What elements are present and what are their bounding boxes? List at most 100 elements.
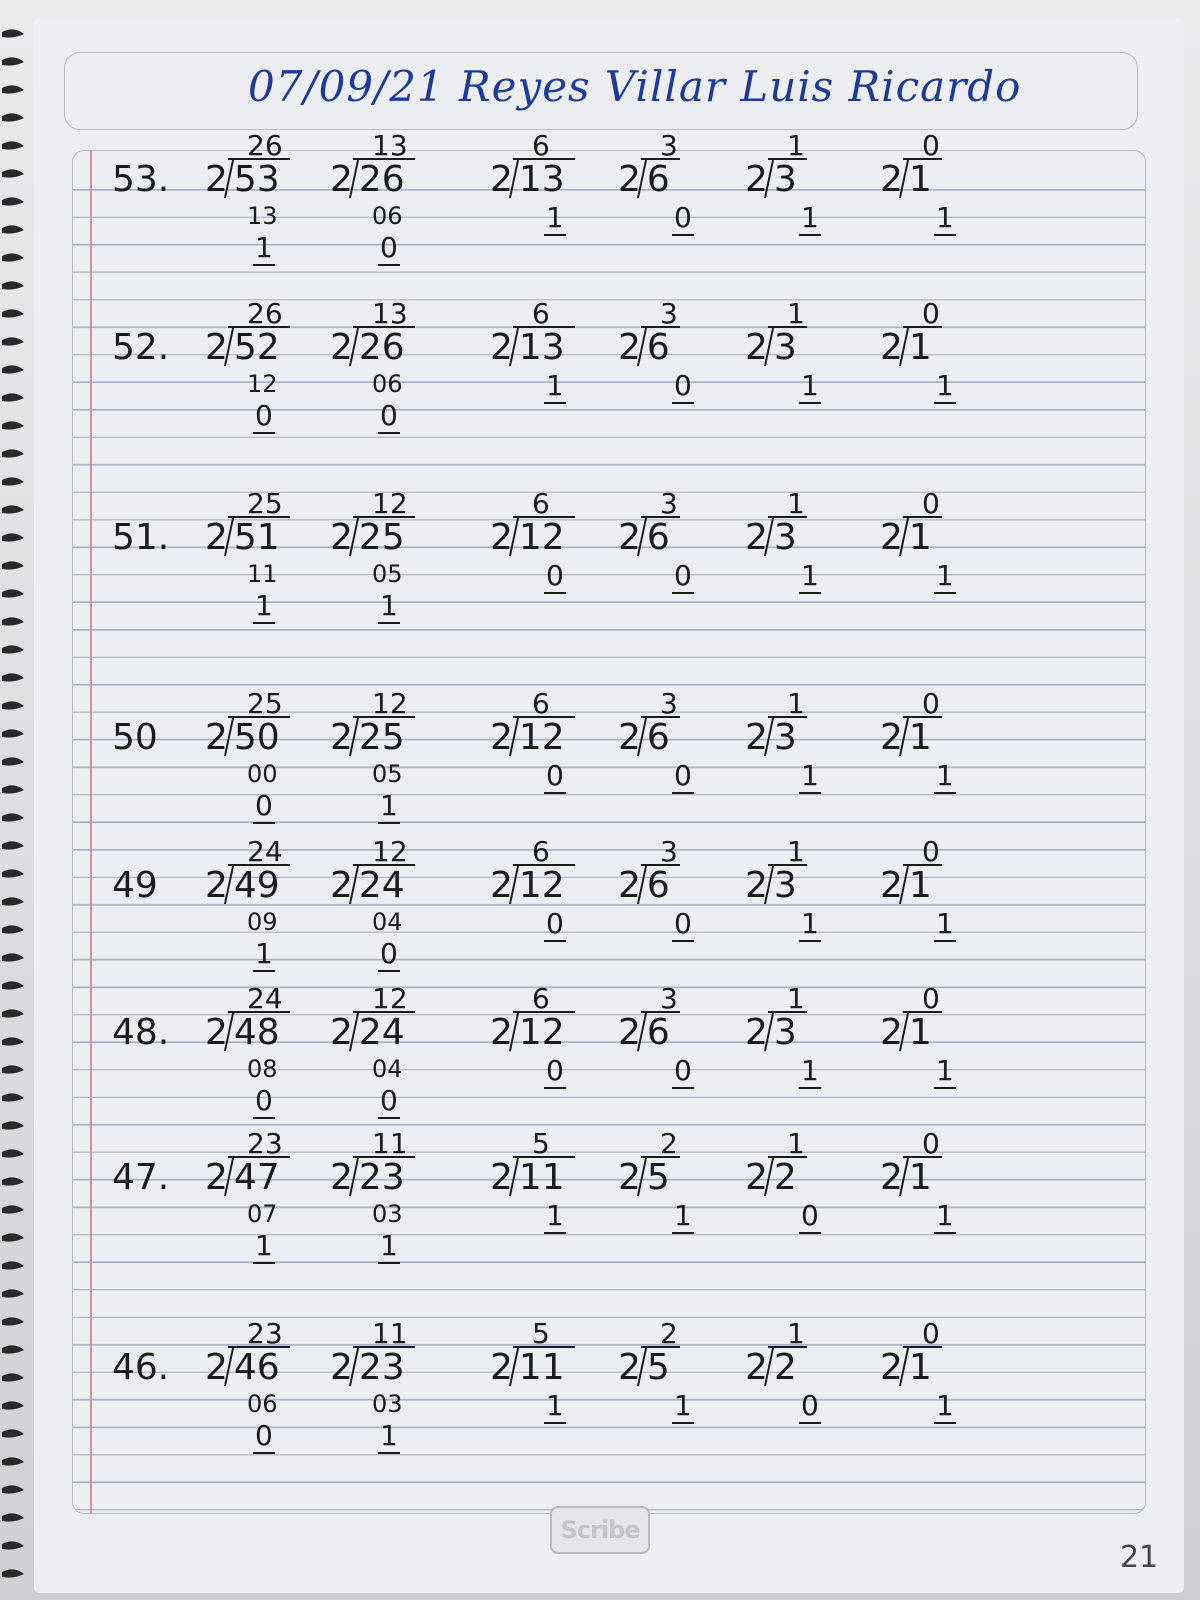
long-division: 2 25 <box>330 516 415 556</box>
long-division: 2 25 <box>330 716 415 756</box>
spiral-coil <box>2 421 24 430</box>
dividend: 3 <box>767 158 807 198</box>
spiral-coil <box>2 589 24 598</box>
spiral-coil <box>2 841 24 850</box>
spiral-coil <box>2 673 24 682</box>
remainder: 0 <box>799 1389 821 1424</box>
spiral-coil <box>2 365 24 374</box>
remainder: 0 <box>378 937 400 972</box>
remainder: 0 <box>378 231 400 266</box>
quotient: 23 <box>247 1317 283 1350</box>
problem-label: 49 <box>112 865 158 906</box>
page-number: 21 <box>1120 1540 1159 1575</box>
long-division: 22 <box>745 1346 807 1386</box>
remainder: 1 <box>799 907 821 942</box>
quotient: 24 <box>247 982 283 1015</box>
long-division: 21 <box>880 158 942 198</box>
remainder: 1 <box>934 201 956 236</box>
dividend: 24 <box>352 864 415 904</box>
dividend: 1 <box>902 1156 942 1196</box>
long-division: 26 <box>618 326 680 366</box>
quotient: 6 <box>532 297 550 330</box>
dividend: 53 <box>227 158 290 198</box>
dividend: 6 <box>640 158 680 198</box>
remainder: 1 <box>378 589 400 624</box>
partial-remainder: 06 <box>372 202 403 230</box>
quotient: 0 <box>922 1317 940 1350</box>
quotient: 3 <box>660 487 678 520</box>
quotient: 2 <box>660 1317 678 1350</box>
spiral-coil <box>2 1065 24 1074</box>
quotient: 6 <box>532 687 550 720</box>
spiral-coil <box>2 1261 24 1270</box>
spiral-coil <box>2 309 24 318</box>
long-division: 2 11 <box>490 1346 575 1386</box>
dividend: 6 <box>640 864 680 904</box>
partial-remainder: 09 <box>247 908 278 936</box>
remainder: 0 <box>253 399 275 434</box>
long-division: 2 23 <box>330 1346 415 1386</box>
spiral-coil <box>2 981 24 990</box>
spiral-coil <box>2 281 24 290</box>
spiral-coil <box>2 1401 24 1410</box>
spiral-coil <box>2 337 24 346</box>
spiral-coil <box>2 225 24 234</box>
long-division: 2 24 <box>330 1011 415 1051</box>
long-division: 2 46 <box>205 1346 290 1386</box>
dividend: 3 <box>767 864 807 904</box>
spiral-coil <box>2 1009 24 1018</box>
quotient: 3 <box>660 129 678 162</box>
long-division: 21 <box>880 326 942 366</box>
dividend: 1 <box>902 326 942 366</box>
remainder: 0 <box>544 759 566 794</box>
long-division: 2 12 <box>490 516 575 556</box>
long-division: 23 <box>745 716 807 756</box>
spiral-coil <box>2 1289 24 1298</box>
spiral-coil <box>2 1037 24 1046</box>
dividend: 1 <box>902 516 942 556</box>
dividend: 6 <box>640 326 680 366</box>
quotient: 1 <box>787 487 805 520</box>
margin-line <box>90 150 92 1514</box>
remainder: 0 <box>378 399 400 434</box>
remainder: 1 <box>934 559 956 594</box>
spiral-coil <box>2 141 24 150</box>
dividend: 1 <box>902 716 942 756</box>
remainder: 0 <box>672 1054 694 1089</box>
dividend: 12 <box>512 716 575 756</box>
long-division: 2 52 <box>205 326 290 366</box>
partial-remainder: 04 <box>372 1055 403 1083</box>
spiral-coil <box>2 1233 24 1242</box>
spiral-coil <box>2 729 24 738</box>
quotient: 0 <box>922 1127 940 1160</box>
spiral-coil <box>2 393 24 402</box>
long-division: 22 <box>745 1156 807 1196</box>
quotient: 25 <box>247 687 283 720</box>
spiral-coil <box>2 785 24 794</box>
remainder: 0 <box>253 1419 275 1454</box>
spiral-coil <box>2 1513 24 1522</box>
quotient: 12 <box>372 835 408 868</box>
quotient: 11 <box>372 1317 408 1350</box>
spiral-coil <box>2 1205 24 1214</box>
quotient: 1 <box>787 687 805 720</box>
remainder: 0 <box>672 907 694 942</box>
long-division: 2 12 <box>490 1011 575 1051</box>
dividend: 3 <box>767 1011 807 1051</box>
spiral-coil <box>2 29 24 38</box>
spiral-coil <box>2 925 24 934</box>
partial-remainder: 05 <box>372 560 403 588</box>
long-division: 21 <box>880 864 942 904</box>
dividend: 2 <box>767 1346 807 1386</box>
spiral-coil <box>2 617 24 626</box>
remainder: 0 <box>672 559 694 594</box>
dividend: 52 <box>227 326 290 366</box>
dividend: 12 <box>512 864 575 904</box>
partial-remainder: 03 <box>372 1390 403 1418</box>
remainder: 1 <box>934 759 956 794</box>
remainder: 0 <box>799 1199 821 1234</box>
remainder: 0 <box>378 1084 400 1119</box>
remainder: 1 <box>253 589 275 624</box>
spiral-coil <box>2 701 24 710</box>
long-division: 23 <box>745 158 807 198</box>
